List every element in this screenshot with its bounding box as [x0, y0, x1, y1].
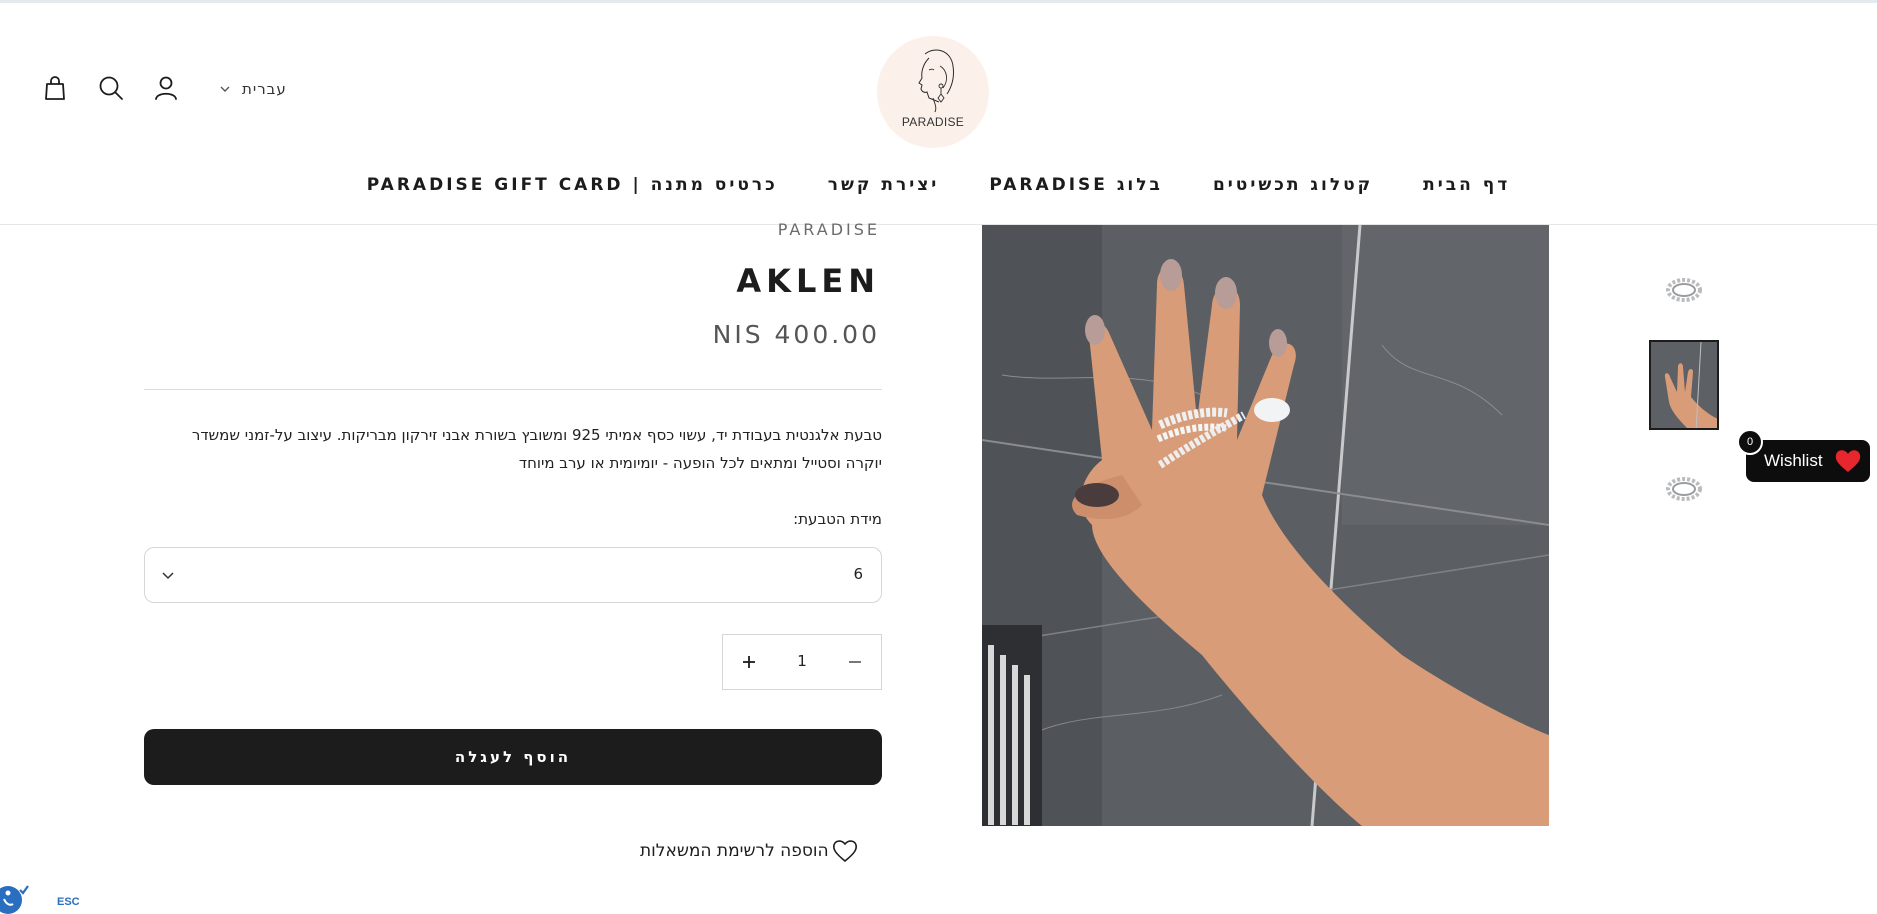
size-label: מידת הטבעת:: [793, 510, 882, 528]
quantity-stepper: 1: [722, 634, 882, 690]
wishlist-count-badge: 0: [1737, 429, 1763, 455]
wishlist-widget[interactable]: Wishlist: [1746, 440, 1870, 482]
heart-icon: [1835, 450, 1861, 472]
nav-item-contact[interactable]: יצירת קשר: [828, 175, 940, 203]
chevron-down-icon: [162, 572, 174, 580]
product-vendor[interactable]: PARADISE: [580, 220, 880, 239]
thumbnail-3[interactable]: [1649, 444, 1719, 534]
thumbnail-1[interactable]: [1649, 247, 1719, 337]
minus-icon: [849, 661, 861, 663]
cart-icon[interactable]: [40, 73, 70, 103]
site-logo[interactable]: PARADISE: [877, 36, 989, 148]
quantity-increase-button[interactable]: [723, 635, 775, 689]
chevron-down-icon: [220, 86, 230, 92]
add-to-wishlist-label: הוספה לרשימת המשאלות: [640, 841, 829, 861]
product-description: טבעת אלגנטית בעבודת יד, עשוי כסף אמיתי 9…: [144, 421, 882, 477]
accessibility-esc-label[interactable]: ESC: [57, 896, 80, 908]
product-main-image[interactable]: [982, 225, 1549, 826]
plus-icon: [743, 656, 755, 668]
accessibility-icon[interactable]: [0, 882, 30, 914]
quantity-value[interactable]: 1: [775, 652, 829, 670]
size-select[interactable]: 6: [144, 547, 882, 603]
logo-face-icon: [918, 49, 954, 113]
size-value: 6: [853, 565, 863, 583]
product-price: NIS 400.00: [712, 320, 880, 349]
nav-item-catalog[interactable]: קטלוג תכשיטים: [1213, 175, 1373, 203]
language-selector[interactable]: עברית: [218, 77, 287, 101]
description-line: יוקרה וסטייל ומתאים לכל הופעה - יומיומית…: [518, 454, 882, 472]
thumbnail-2[interactable]: [1649, 340, 1719, 430]
quantity-decrease-button[interactable]: [829, 635, 881, 689]
add-to-wishlist-button[interactable]: הוספה לרשימת המשאלות: [640, 836, 859, 866]
add-to-cart-label: הוסף לעגלה: [454, 748, 572, 766]
main-nav: דף הבית קטלוג תכשיטים בלוג PARADISE יציר…: [0, 175, 1877, 203]
heart-icon: [832, 840, 857, 863]
wishlist-widget-label: Wishlist: [1764, 451, 1823, 470]
product-title: AKLEN: [736, 262, 880, 300]
nav-item-blog[interactable]: בלוג PARADISE: [989, 175, 1163, 203]
search-icon[interactable]: [96, 73, 126, 103]
logo-text: PARADISE: [901, 115, 965, 129]
site-header: עברית PARADISE דף הבית קטלוג תכשיטים בלו…: [0, 3, 1877, 225]
nav-item-gift-card[interactable]: כרטיס מתנה | PARADISE GIFT CARD: [367, 175, 778, 203]
add-to-cart-button[interactable]: הוסף לעגלה: [144, 729, 882, 785]
nav-item-home[interactable]: דף הבית: [1423, 175, 1510, 203]
language-label: עברית: [242, 80, 287, 98]
description-line: טבעת אלגנטית בעבודת יד, עשוי כסף אמיתי 9…: [191, 426, 882, 444]
account-icon[interactable]: [151, 73, 181, 103]
divider: [144, 389, 882, 390]
